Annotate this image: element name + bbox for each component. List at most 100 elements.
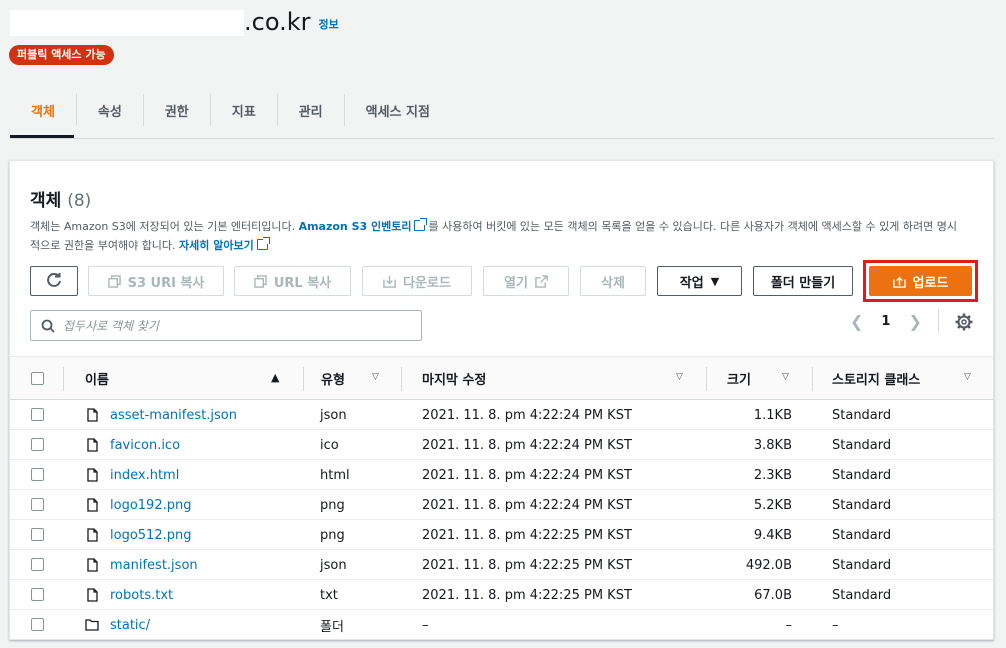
page-number[interactable]: 1 — [881, 314, 890, 329]
sort-icon[interactable]: ▽ — [372, 372, 379, 382]
object-name-link[interactable]: favicon.ico — [110, 430, 180, 460]
folder-name-link[interactable]: static/ — [110, 610, 150, 640]
panel-title-text: 객체 — [30, 191, 62, 211]
file-icon — [87, 528, 98, 542]
sort-icon[interactable]: ▽ — [964, 372, 971, 382]
copy-icon — [254, 274, 267, 288]
object-name-link[interactable]: manifest.json — [110, 550, 198, 580]
column-header-name[interactable]: 이름 — [85, 357, 109, 400]
table-header: 이름 ▲ 유형 ▽ 마지막 수정 ▽ 크기 ▽ 스토리지 클래스 ▽ — [10, 356, 993, 400]
object-count: (8) — [67, 191, 92, 211]
learn-more-link[interactable]: 자세히 알아보기 — [179, 239, 254, 252]
select-all-checkbox[interactable] — [31, 372, 44, 385]
table-row[interactable]: favicon.ico ico 2021. 11. 8. pm 4:22:24 … — [10, 430, 993, 460]
copy-icon — [107, 274, 121, 288]
file-icon — [87, 468, 98, 482]
table-row[interactable]: robots.txt txt 2021. 11. 8. pm 4:22:25 P… — [10, 580, 993, 610]
object-type: png — [320, 527, 345, 543]
copy-s3-uri-button[interactable]: S3 URI 복사 — [88, 266, 224, 296]
objects-panel: 객체 (8) 객체는 Amazon S3에 저장되어 있는 기본 엔터티입니다.… — [9, 160, 994, 640]
table-row[interactable]: index.html html 2021. 11. 8. pm 4:22:24 … — [10, 460, 993, 490]
column-header-storage-class[interactable]: 스토리지 클래스 — [832, 357, 920, 400]
file-icon — [87, 408, 98, 422]
info-link[interactable]: 정보 — [318, 16, 338, 32]
object-storage-class: Standard — [832, 407, 892, 423]
sort-icon[interactable]: ▽ — [676, 372, 683, 382]
row-checkbox[interactable] — [31, 558, 44, 571]
tab-properties[interactable]: 속성 — [77, 94, 144, 126]
tab-metrics[interactable]: 지표 — [211, 94, 278, 126]
copy-url-label: URL 복사 — [273, 275, 332, 291]
chevron-right-icon[interactable]: ❯ — [908, 312, 921, 331]
object-last-modified: 2021. 11. 8. pm 4:22:24 PM KST — [422, 467, 632, 483]
row-checkbox[interactable] — [31, 528, 44, 541]
table-row[interactable]: logo512.png png 2021. 11. 8. pm 4:22:25 … — [10, 520, 993, 550]
column-header-last-modified[interactable]: 마지막 수정 — [422, 357, 486, 400]
row-checkbox[interactable] — [31, 618, 44, 631]
object-storage-class: Standard — [832, 467, 892, 483]
folder-icon — [85, 619, 99, 631]
external-link-icon — [414, 218, 428, 231]
search-icon — [41, 319, 55, 333]
gear-icon[interactable] — [954, 312, 974, 332]
object-storage-class: Standard — [832, 557, 892, 573]
bucket-tabs: 객체 속성 권한 지표 관리 액세스 지점 — [10, 94, 451, 138]
table-row[interactable]: static/ 폴더 – – – — [10, 610, 993, 640]
table-row[interactable]: logo192.png png 2021. 11. 8. pm 4:22:24 … — [10, 490, 993, 520]
column-divider — [63, 367, 64, 391]
row-checkbox[interactable] — [31, 468, 44, 481]
object-last-modified: – — [422, 617, 429, 633]
object-size: 5.2KB — [753, 497, 792, 513]
column-header-size[interactable]: 크기 — [727, 357, 751, 400]
upload-label: 업로드 — [912, 275, 949, 291]
tab-access-points[interactable]: 액세스 지점 — [345, 94, 451, 126]
delete-button[interactable]: 삭제 — [580, 266, 646, 296]
create-folder-button[interactable]: 폴더 만들기 — [753, 266, 853, 296]
copy-s3-uri-label: S3 URI 복사 — [127, 275, 205, 291]
object-size: 67.0B — [754, 587, 792, 603]
download-label: 다운로드 — [403, 275, 451, 291]
object-type: 폴더 — [320, 619, 344, 635]
table-row[interactable]: asset-manifest.json json 2021. 11. 8. pm… — [10, 400, 993, 430]
open-button[interactable]: 열기 — [483, 266, 569, 296]
create-folder-label: 폴더 만들기 — [770, 275, 836, 291]
object-size: 9.4KB — [753, 527, 792, 543]
search-input[interactable]: 접두사로 객체 찾기 — [30, 310, 422, 341]
sort-ascending-icon[interactable]: ▲ — [271, 371, 279, 384]
object-name-link[interactable]: index.html — [110, 460, 179, 490]
object-name-link[interactable]: robots.txt — [110, 580, 173, 610]
object-name-link[interactable]: asset-manifest.json — [110, 400, 237, 430]
row-checkbox[interactable] — [31, 498, 44, 511]
copy-url-button[interactable]: URL 복사 — [234, 266, 351, 296]
description-text-1: 객체는 Amazon S3에 저장되어 있는 기본 엔터티입니다. — [30, 220, 299, 233]
upload-button[interactable]: 업로드 — [869, 266, 972, 296]
row-checkbox[interactable] — [31, 438, 44, 451]
download-button[interactable]: 다운로드 — [362, 266, 472, 296]
row-checkbox[interactable] — [31, 588, 44, 601]
table-row[interactable]: manifest.json json 2021. 11. 8. pm 4:22:… — [10, 550, 993, 580]
tab-objects[interactable]: 객체 — [10, 94, 77, 126]
row-checkbox[interactable] — [31, 408, 44, 421]
column-divider — [401, 367, 402, 391]
object-storage-class: – — [832, 617, 839, 633]
refresh-button[interactable] — [30, 266, 78, 296]
tabs-divider — [10, 138, 994, 139]
refresh-icon — [47, 273, 61, 287]
public-access-badge: 퍼블릭 액세스 가능 — [9, 45, 114, 65]
object-size: 3.8KB — [753, 437, 792, 453]
object-name-link[interactable]: logo512.png — [110, 520, 191, 550]
object-type: png — [320, 497, 345, 513]
chevron-left-icon[interactable]: ❮ — [850, 312, 863, 331]
column-divider — [706, 367, 707, 391]
column-header-type[interactable]: 유형 — [321, 357, 345, 400]
object-size: 1.1KB — [753, 407, 792, 423]
download-icon — [383, 275, 396, 288]
object-last-modified: 2021. 11. 8. pm 4:22:24 PM KST — [422, 407, 632, 423]
object-last-modified: 2021. 11. 8. pm 4:22:24 PM KST — [422, 437, 632, 453]
actions-dropdown[interactable]: 작업 ▼ — [657, 266, 742, 296]
tab-permissions[interactable]: 권한 — [144, 94, 211, 126]
sort-icon[interactable]: ▽ — [782, 372, 789, 382]
object-name-link[interactable]: logo192.png — [110, 490, 191, 520]
inventory-link[interactable]: Amazon S3 인벤토리 — [299, 220, 412, 233]
tab-management[interactable]: 관리 — [278, 94, 345, 126]
